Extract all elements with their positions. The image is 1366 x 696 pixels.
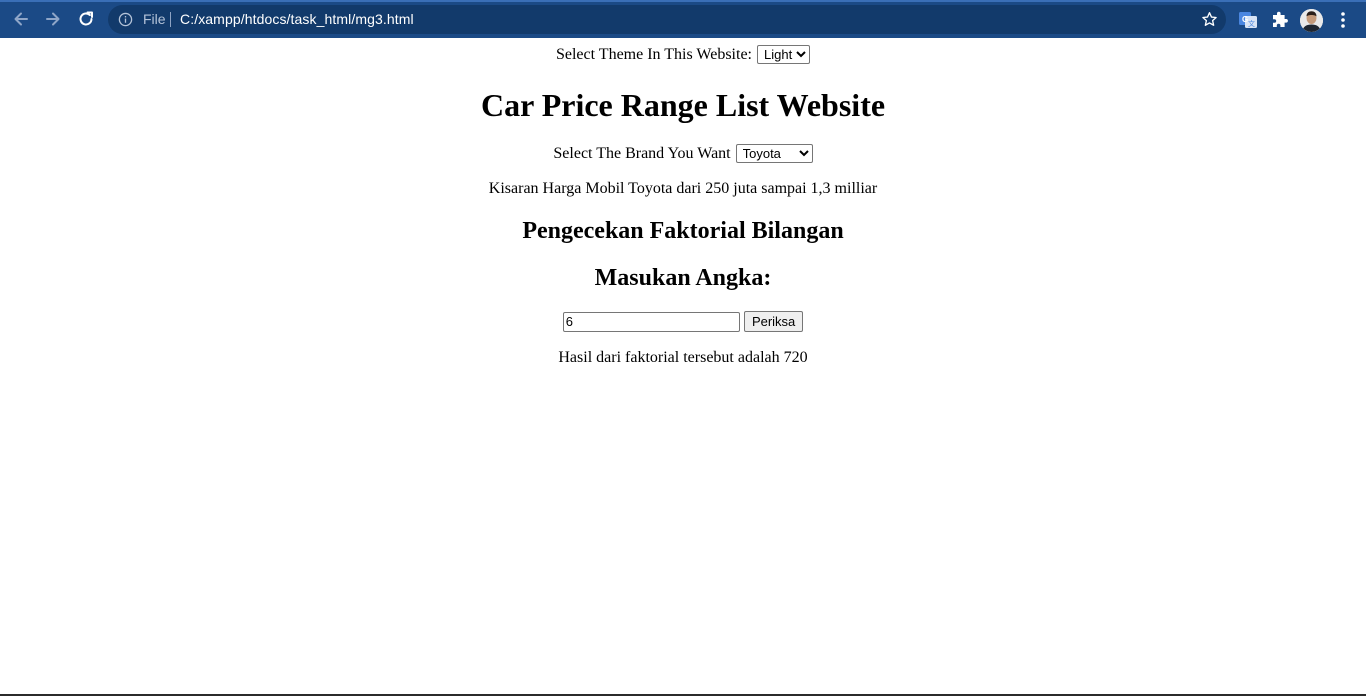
brand-selector-row: Select The Brand You Want Toyota — [0, 144, 1366, 164]
menu-kebab-icon[interactable] — [1335, 10, 1351, 30]
page-title: Car Price Range List Website — [480, 87, 886, 123]
star-icon[interactable] — [1201, 11, 1218, 28]
address-separator — [170, 12, 171, 27]
back-arrow-icon — [14, 12, 28, 26]
svg-text:文: 文 — [1248, 19, 1255, 28]
address-bar[interactable]: File C:/xampp/htdocs/task_html/mg3.html — [108, 5, 1226, 34]
input-heading: Masukan Angka: — [594, 265, 772, 291]
url-scheme-label: File — [143, 11, 166, 27]
extensions-puzzle-icon[interactable] — [1270, 10, 1290, 30]
number-input[interactable] — [562, 311, 740, 332]
profile-picture — [1300, 9, 1323, 32]
forward-button[interactable] — [39, 5, 67, 33]
url-text[interactable]: C:/xampp/htdocs/task_html/mg3.html — [180, 5, 414, 34]
theme-select[interactable]: Light — [757, 45, 810, 64]
theme-selector-row: Select Theme In This Website: Light — [0, 45, 1366, 65]
factorial-heading: Pengecekan Faktorial Bilangan — [522, 218, 844, 244]
factorial-result: Hasil dari faktorial tersebut adalah 720 — [558, 349, 808, 366]
brand-select[interactable]: Toyota — [735, 144, 813, 163]
page-content: Select Theme In This Website: Light Car … — [0, 38, 1366, 694]
back-button[interactable] — [7, 5, 35, 33]
translate-icon[interactable]: G 文 — [1238, 10, 1258, 30]
reload-button[interactable] — [72, 5, 100, 33]
profile-avatar[interactable] — [1300, 9, 1323, 32]
reload-icon — [79, 11, 93, 26]
brand-label: Select The Brand You Want — [553, 145, 731, 163]
forward-arrow-icon — [46, 12, 60, 26]
info-icon[interactable] — [118, 12, 133, 27]
factorial-form: Periksa — [0, 311, 1366, 333]
price-range-text: Kisaran Harga Mobil Toyota dari 250 juta… — [488, 180, 878, 197]
check-button[interactable]: Periksa — [743, 311, 804, 332]
browser-toolbar: File C:/xampp/htdocs/task_html/mg3.html … — [0, 0, 1366, 38]
theme-label: Select Theme In This Website: — [555, 46, 752, 64]
